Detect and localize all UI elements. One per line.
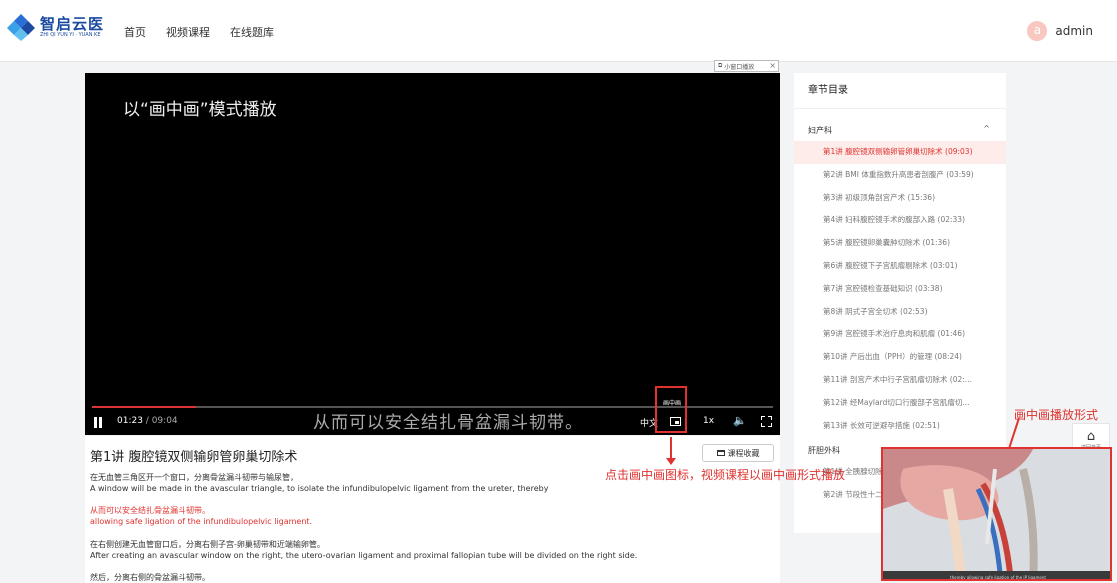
transcript-zh: 从而可以安全结扎骨盆漏斗韧带。 [90,506,210,515]
volume-icon[interactable]: 🔈 [733,414,747,427]
logo-subtitle: ZHI QI YUN YI · YUAN KE [40,31,101,38]
chapter-panel-title: 章节目录 [794,73,1006,109]
surgical-video-frame: thereby allowing safe ligation of the IP… [883,449,1110,580]
transcript-en: A window will be made in the avascular t… [90,484,549,493]
chapter-item[interactable]: 第9讲 宫腔镜手术治疗息肉和肌瘤 (01:46) [794,323,1006,346]
transcript-paragraph: 在右侧创建无血管窗口后，分离右侧子宫-卵巢韧带和近端输卵管。 After cre… [90,539,770,561]
home-icon: ⌂ [1086,429,1096,444]
mini-window-icon: ⧉ [718,62,723,69]
duration: 09:04 [151,416,178,426]
mini-window-label: 小窗口播放 [724,63,755,71]
transcript-zh: 在右侧创建无血管窗口后，分离右侧子宫-卵巢韧带和近端输卵管。 [90,540,325,549]
transcript-en: After creating an avascular window on th… [90,551,638,560]
time-display: 01:23 / 09:04 [117,416,178,426]
chapter-group-label: 肝胆外科 [808,446,840,456]
playback-speed-button[interactable]: 1x [703,416,714,426]
annotation-arrow [666,437,676,465]
chapter-item[interactable]: 第10讲 产后出血（PPH）的管理 (08:24) [794,346,1006,369]
top-navigation-bar: 智启云医 ZHI QI YUN YI · YUAN KE 首页 视频课程 在线题… [0,0,1117,62]
chapter-item[interactable]: 第5讲 腹腔镜卵巢囊肿切除术 (01:36) [794,232,1006,255]
current-time: 01:23 [117,416,143,426]
nav-video-courses[interactable]: 视频课程 [166,24,210,40]
chapter-item[interactable]: 第12讲 经Maylard切口行腹部子宫肌瘤切... [794,392,1006,415]
site-logo[interactable]: 智启云医 ZHI QI YUN YI · YUAN KE [6,12,104,42]
annotation-pip-label: 画中画播放形式 [1014,408,1099,422]
chevron-up-icon[interactable]: ^ [983,124,990,133]
user-menu[interactable]: a admin [1027,21,1093,41]
mini-window-button[interactable]: ⧉ 小窗口播放 × [714,60,779,72]
printer-icon [716,450,725,456]
chapter-item[interactable]: 第6讲 腹腔镜下子宫肌瘤剔除术 (03:01) [794,255,1006,278]
main-nav: 首页 视频课程 在线题库 [124,24,274,40]
pause-icon[interactable] [93,417,103,428]
pip-highlight-box [655,386,687,433]
chapter-item[interactable]: 第1讲 腹腔镜双侧输卵管卵巢切除术 (09:03) [794,141,1006,164]
picture-in-picture-window[interactable]: thereby allowing safe ligation of the IP… [881,447,1112,581]
chapter-group-gynecology[interactable]: 妇产科 ^ [794,109,1006,136]
progress-fill [92,406,196,408]
transcript-zh: 然后，分离右侧的骨盆漏斗韧带。 [90,573,210,582]
pip-caption: thereby allowing safe ligation of the IP… [950,575,1046,580]
chapter-item[interactable]: 第13讲 长效可逆避孕措施 (02:51) [794,415,1006,438]
favorite-course-button[interactable]: 课程收藏 [702,444,774,462]
avatar[interactable]: a [1027,21,1048,41]
fullscreen-icon[interactable] [761,416,772,427]
pip-mode-overlay-title: 以“画中画”模式播放 [123,100,277,120]
chapter-item[interactable]: 第11讲 剖宫产术中行子宫肌瘤切除术 (02:... [794,369,1006,392]
lesson-title: 第1讲 腹腔镜双侧输卵管卵巢切除术 [90,450,298,465]
chapter-item[interactable]: 第4讲 妇科腹腔镜手术的腹部入路 (02:33) [794,209,1006,232]
transcript-paragraph: 然后，分离右侧的骨盆漏斗韧带。 [90,572,770,583]
transcript-en: allowing safe ligation of the infundibul… [90,517,313,526]
transcript-paragraph-current: 从而可以安全结扎骨盆漏斗韧带。 allowing safe ligation o… [90,505,770,527]
video-player[interactable]: 以“画中画”模式播放 01:23 / 09:04 从而可以安全结扎骨盆漏斗韧带。… [85,73,780,435]
nav-home[interactable]: 首页 [124,24,146,40]
mini-window-close-icon[interactable]: × [769,61,776,71]
chapter-item[interactable]: 第7讲 宫腔镜检查基础知识 (03:38) [794,278,1006,301]
favorite-label: 课程收藏 [727,448,760,458]
chapter-item[interactable]: 第8讲 阴式子宫全切术 (02:53) [794,301,1006,324]
video-subtitle: 从而可以安全结扎骨盆漏斗韧带。 [313,413,583,433]
logo-icon [6,12,36,42]
logo-name: 智启云医 [40,14,105,33]
username[interactable]: admin [1055,24,1093,38]
chapter-item[interactable]: 第2讲 BMI 体重指数升高患者剖腹产 (03:59) [794,164,1006,187]
chapter-item[interactable]: 第3讲 初级顶角剖宫产术 (15:36) [794,187,1006,210]
chapter-list: 第1讲 腹腔镜双侧输卵管卵巢切除术 (09:03) 第2讲 BMI 体重指数升高患… [794,141,1006,437]
annotation-click-hint: 点击画中画图标，视频课程以画中画形式播放 [605,468,846,482]
chapter-group-label: 妇产科 [808,126,832,135]
nav-question-bank[interactable]: 在线题库 [230,24,274,40]
